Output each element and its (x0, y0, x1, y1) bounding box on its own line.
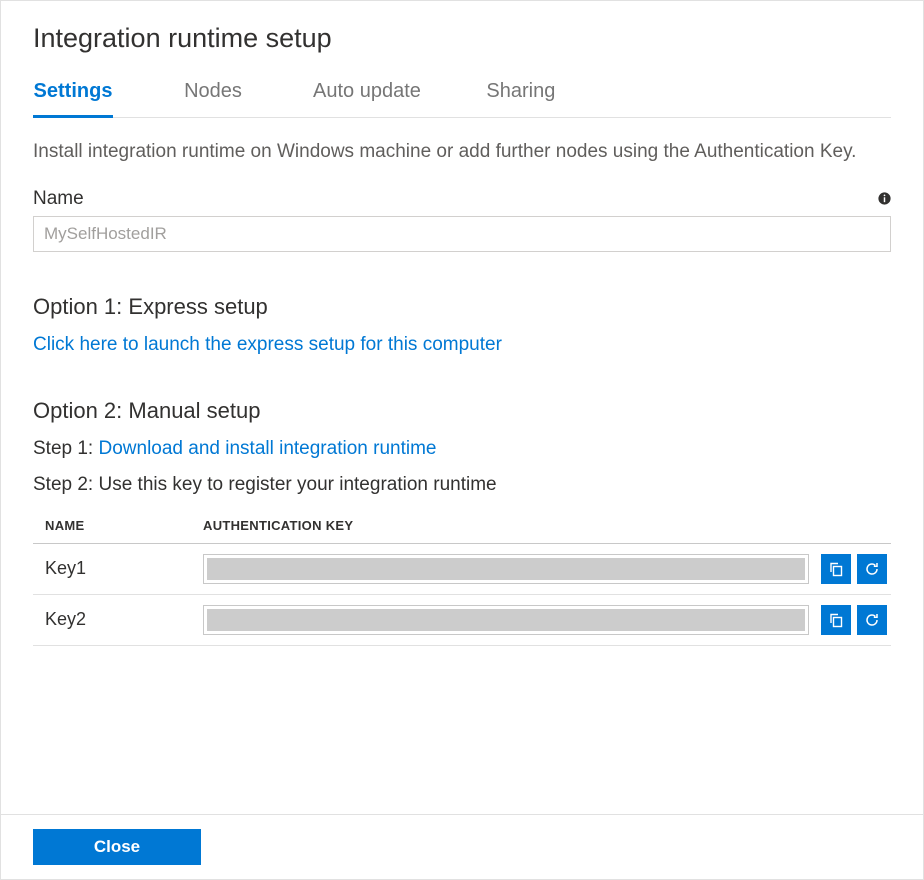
step1-row: Step 1: Download and install integration… (33, 438, 891, 460)
tab-sharing[interactable]: Sharing (481, 80, 561, 118)
refresh-key2-button[interactable] (857, 605, 887, 635)
panel-footer: Close (1, 814, 923, 879)
copy-key2-button[interactable] (821, 605, 851, 635)
copy-icon (828, 612, 844, 628)
tab-nodes[interactable]: Nodes (173, 80, 253, 118)
table-header: NAME AUTHENTICATION KEY (33, 518, 891, 544)
tab-settings[interactable]: Settings (33, 80, 113, 118)
step1-prefix: Step 1: (33, 438, 99, 459)
copy-icon (828, 561, 844, 577)
name-field-row: Name (33, 188, 891, 210)
key-actions (821, 554, 891, 584)
col-header-name: NAME (33, 518, 203, 533)
masked-field[interactable] (203, 554, 809, 584)
express-setup-link[interactable]: Click here to launch the express setup f… (33, 334, 502, 355)
name-input[interactable] (33, 216, 891, 252)
table-row: Key2 (33, 595, 891, 646)
copy-key1-button[interactable] (821, 554, 851, 584)
refresh-icon (864, 561, 880, 577)
key-name: Key2 (33, 609, 203, 630)
col-header-key: AUTHENTICATION KEY (203, 518, 891, 533)
download-ir-link[interactable]: Download and install integration runtime (99, 438, 437, 459)
refresh-key1-button[interactable] (857, 554, 887, 584)
table-row: Key1 (33, 544, 891, 595)
option1-heading: Option 1: Express setup (33, 294, 891, 320)
tab-bar: Settings Nodes Auto update Sharing (33, 80, 891, 118)
close-button[interactable]: Close (33, 829, 201, 865)
name-label: Name (33, 188, 84, 210)
auth-key-table: NAME AUTHENTICATION KEY Key1 (33, 518, 891, 646)
refresh-icon (864, 612, 880, 628)
masked-field[interactable] (203, 605, 809, 635)
option2-heading: Option 2: Manual setup (33, 398, 891, 424)
key-actions (821, 605, 891, 635)
info-icon[interactable] (877, 192, 891, 206)
key-value-masked (203, 605, 821, 635)
step2-text: Step 2: Use this key to register your in… (33, 474, 891, 496)
key-value-masked (203, 554, 821, 584)
page-title: Integration runtime setup (33, 23, 891, 54)
integration-runtime-panel: Integration runtime setup Settings Nodes… (0, 0, 924, 880)
tab-auto-update[interactable]: Auto update (313, 80, 421, 118)
panel-content: Integration runtime setup Settings Nodes… (1, 1, 923, 814)
key-name: Key1 (33, 558, 203, 579)
description-text: Install integration runtime on Windows m… (33, 138, 891, 166)
